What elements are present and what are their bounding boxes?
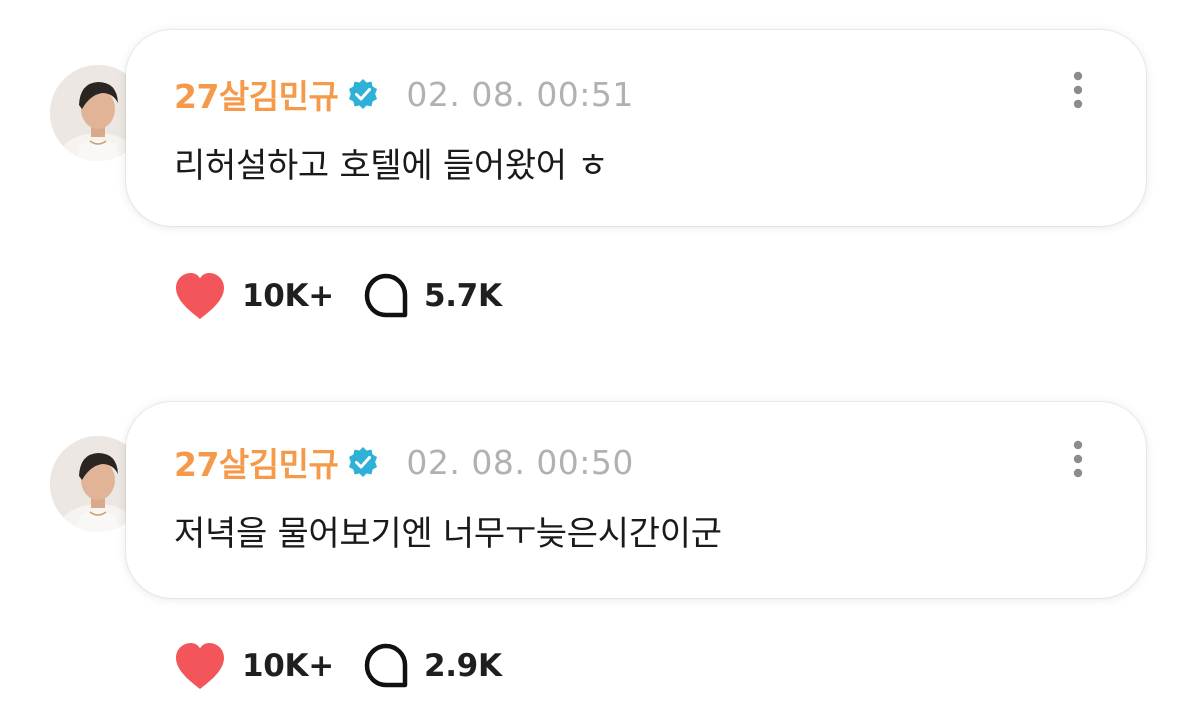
post-message: 리허설하고 호텔에 들어왔어 ㅎ [174,146,609,186]
comment-button[interactable]: 2.9K [362,642,502,690]
heart-icon [176,273,224,319]
post-header: 27살김민규 02. 08. 00:50 [174,438,634,486]
post-timestamp: 02. 08. 00:51 [406,74,634,114]
comment-button[interactable]: 5.7K [362,272,502,320]
post-header: 27살김민규 02. 08. 00:51 [174,70,634,118]
verified-badge-icon [346,77,380,111]
like-count: 10K+ [242,648,334,684]
username[interactable]: 27살김민규 [174,70,339,118]
more-vertical-icon[interactable] [1068,71,1088,111]
like-count: 10K+ [242,278,334,314]
comment-bubble-icon [364,643,408,688]
verified-badge-icon [346,445,380,479]
like-button[interactable]: 10K+ [172,641,334,691]
post-bubble: 27살김민규 02. 08. 00:51 리허설하고 호텔에 들어왔어 ㅎ [126,30,1146,226]
post-bubble: 27살김민규 02. 08. 00:50 저녁을 물어보기엔 너무ㅜ늦은시간이군 [126,402,1146,598]
post-timestamp: 02. 08. 00:50 [406,442,634,482]
comment-count: 5.7K [423,278,502,314]
username[interactable]: 27살김민규 [174,438,339,486]
like-button[interactable]: 10K+ [172,271,334,321]
comment-bubble-icon [364,273,408,318]
comment-count: 2.9K [423,648,502,684]
more-vertical-icon[interactable] [1068,440,1088,480]
post-actions: 10K+ 5.7K [172,268,502,324]
post-actions: 10K+ 2.9K [172,638,502,694]
post-message: 저녁을 물어보기엔 너무ㅜ늦은시간이군 [174,514,722,554]
heart-icon [176,643,224,689]
